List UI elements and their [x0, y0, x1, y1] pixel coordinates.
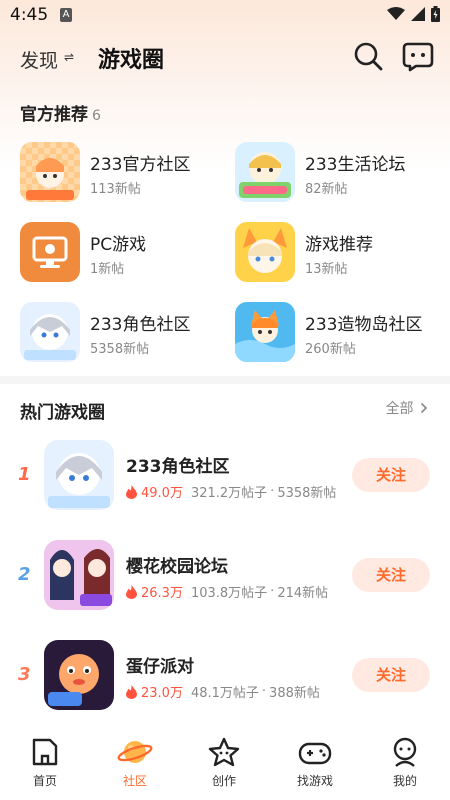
follow-button[interactable]: 关注 — [352, 458, 430, 492]
follow-button[interactable]: 关注 — [352, 658, 430, 692]
official-item-posts: 82新帖 — [305, 182, 348, 197]
hot-circle-row[interactable]: 2 樱花校园论坛 26.3万 103.8万帖子 · 214新帖 关注 — [0, 540, 450, 616]
section-divider — [0, 376, 450, 384]
role-community-thumb — [20, 302, 80, 362]
new-post-count: 388新帖 — [269, 686, 320, 701]
hot-circle-thumb — [44, 440, 114, 510]
official-item[interactable]: 233官方社区 113新帖 — [20, 142, 230, 206]
official-item[interactable]: 233生活论坛 82新帖 — [235, 142, 445, 206]
post-count: 103.8万帖子 — [190, 586, 268, 601]
flame-icon — [126, 584, 137, 599]
pc-game-thumb — [20, 222, 80, 282]
search-icon[interactable] — [352, 40, 384, 72]
heat-value: 23.0万 — [141, 686, 183, 701]
hot-circle-name: 樱花校园论坛 — [126, 557, 228, 577]
battery-icon — [431, 6, 440, 22]
hot-circle-thumb — [44, 540, 114, 610]
nav-find-game[interactable]: 找游戏 — [275, 736, 355, 789]
hot-circle-row[interactable]: 1 233角色社区 49.0万 321.2万帖子 · 5358新帖 关注 — [0, 440, 450, 516]
nav-label: 我的 — [392, 774, 417, 788]
rank-number: 1 — [18, 464, 31, 485]
notification-badge: A — [60, 8, 72, 22]
wifi-icon — [387, 7, 405, 20]
stat-separator: · — [261, 684, 267, 699]
signal-icon — [411, 7, 425, 21]
hot-circle-row[interactable]: 3 蛋仔派对 23.0万 48.1万帖子 · 388新帖 关注 — [0, 640, 450, 716]
official-item-name: 233官方社区 — [90, 155, 191, 175]
game-recommend-thumb — [235, 222, 295, 282]
planet-icon — [117, 741, 153, 763]
rank-number: 2 — [18, 564, 31, 585]
hot-circle-stats: 26.3万 103.8万帖子 · 214新帖 — [126, 582, 328, 601]
official-item-name: 233角色社区 — [90, 315, 191, 335]
creation-island-thumb — [235, 302, 295, 362]
hot-circle-name: 蛋仔派对 — [126, 657, 194, 677]
official-item-posts: 13新帖 — [305, 262, 348, 277]
new-post-count: 214新帖 — [277, 586, 329, 601]
nav-label: 创作 — [211, 774, 236, 788]
official-item-name: 233生活论坛 — [305, 155, 406, 175]
system-icons — [387, 6, 440, 22]
chat-icon[interactable] — [402, 40, 434, 72]
official-section-title: 官方推荐 6 — [20, 100, 101, 125]
post-count: 48.1万帖子 — [190, 686, 259, 701]
official-count: 6 — [92, 108, 101, 124]
status-time: 4:45 — [10, 5, 49, 25]
gamepad-icon — [298, 742, 332, 765]
stat-separator: · — [270, 584, 275, 599]
nav-create[interactable]: 创作 — [184, 736, 264, 789]
nav-profile[interactable]: 我的 — [365, 736, 445, 789]
nav-label: 首页 — [32, 774, 57, 788]
official-item[interactable]: 233造物岛社区 260新帖 — [235, 302, 445, 366]
official-item-posts: 113新帖 — [90, 182, 141, 197]
official-item[interactable]: 游戏推荐 13新帖 — [235, 222, 445, 286]
official-item-posts: 1新帖 — [90, 262, 125, 277]
official-item-name: 游戏推荐 — [305, 235, 373, 255]
profile-icon — [393, 737, 417, 767]
hot-section-title: 热门游戏圈 — [20, 403, 105, 423]
hot-circle-thumb — [44, 640, 114, 710]
heat-value: 49.0万 — [141, 486, 183, 501]
post-count: 321.2万帖子 — [190, 486, 268, 501]
official-community-thumb — [20, 142, 80, 202]
tab-game-circle[interactable]: 游戏圈 — [98, 42, 165, 74]
swap-icon[interactable]: ⇌ — [64, 50, 74, 64]
home-icon — [32, 738, 58, 766]
star-icon — [208, 737, 240, 767]
tab-discover[interactable]: 发现 — [20, 46, 58, 73]
top-header: 发现 ⇌ 游戏圈 — [0, 36, 450, 82]
official-title: 官方推荐 — [20, 105, 88, 125]
flame-icon — [126, 684, 137, 699]
heat-value: 26.3万 — [141, 586, 183, 601]
hot-circle-stats: 49.0万 321.2万帖子 · 5358新帖 — [126, 482, 336, 501]
stat-separator: · — [270, 484, 275, 499]
official-item[interactable]: PC游戏 1新帖 — [20, 222, 230, 286]
hot-circle-name: 233角色社区 — [126, 457, 230, 477]
chevron-right-icon — [420, 402, 428, 414]
hot-circle-stats: 23.0万 48.1万帖子 · 388新帖 — [126, 682, 320, 701]
nav-home[interactable]: 首页 — [5, 736, 85, 789]
flame-icon — [126, 484, 137, 499]
nav-label: 社区 — [122, 774, 147, 788]
follow-button[interactable]: 关注 — [352, 558, 430, 592]
official-item-name: 233造物岛社区 — [305, 315, 423, 335]
official-item-posts: 5358新帖 — [90, 342, 150, 357]
official-item[interactable]: 233角色社区 5358新帖 — [20, 302, 230, 366]
status-bar: 4:45 A — [0, 0, 450, 32]
view-all-label: 全部 — [385, 401, 414, 417]
bottom-nav: 首页 社区 创作 找游戏 我的 — [0, 728, 450, 800]
rank-number: 3 — [18, 664, 31, 685]
life-forum-thumb — [235, 142, 295, 202]
nav-label: 找游戏 — [296, 774, 333, 788]
official-item-posts: 260新帖 — [305, 342, 356, 357]
view-all-link[interactable]: 全部 — [386, 398, 428, 418]
official-item-name: PC游戏 — [90, 235, 147, 255]
nav-community[interactable]: 社区 — [95, 736, 175, 789]
new-post-count: 5358新帖 — [277, 486, 337, 501]
